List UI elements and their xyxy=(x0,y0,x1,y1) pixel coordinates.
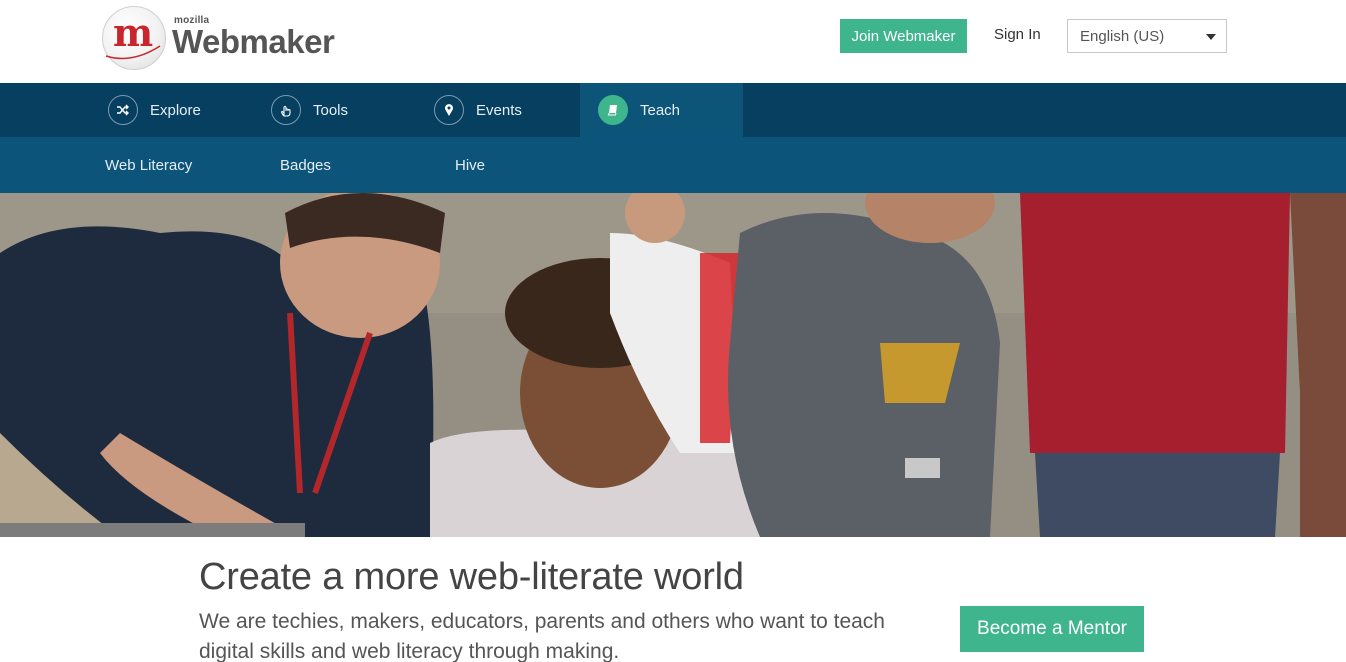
subnav-item-web-literacy[interactable]: Web Literacy xyxy=(105,157,192,174)
shuffle-icon xyxy=(108,95,138,125)
nav-label-events: Events xyxy=(476,101,522,119)
webmaker-logo[interactable]: m mozilla Webmaker xyxy=(102,6,335,72)
nav-item-teach[interactable]: Teach xyxy=(580,83,743,137)
pointer-hand-icon xyxy=(271,95,301,125)
nav-item-events[interactable]: Events xyxy=(434,83,522,137)
logo-webmaker-text: Webmaker xyxy=(172,23,335,60)
language-selected-value: English (US) xyxy=(1080,27,1165,45)
nav-item-tools[interactable]: Tools xyxy=(271,83,348,137)
page-headline: Create a more web-literate world xyxy=(199,556,744,598)
hero-photo xyxy=(0,193,1346,537)
join-webmaker-button[interactable]: Join Webmaker xyxy=(840,19,967,53)
primary-nav: Explore Tools Events Teach xyxy=(0,83,1346,137)
nav-label-teach: Teach xyxy=(640,101,681,119)
caret-down-icon xyxy=(1206,34,1216,40)
nav-label-explore: Explore xyxy=(150,101,201,119)
logo-swoosh-icon xyxy=(105,45,161,60)
sign-in-link[interactable]: Sign In xyxy=(994,26,1041,43)
nav-item-explore[interactable]: Explore xyxy=(108,83,201,137)
subnav-item-badges[interactable]: Badges xyxy=(280,157,331,174)
nav-label-tools: Tools xyxy=(313,101,349,119)
language-select[interactable]: English (US) xyxy=(1067,19,1227,53)
map-pin-icon xyxy=(434,95,464,125)
hero-illustration xyxy=(0,193,1346,537)
intro-blurb: We are techies, makers, educators, paren… xyxy=(199,610,885,662)
subnav-item-hive[interactable]: Hive xyxy=(455,157,485,174)
secondary-nav: Web Literacy Badges Hive xyxy=(0,137,1346,193)
site-header: m mozilla Webmaker Join Webmaker Sign In… xyxy=(0,0,1346,83)
become-mentor-button[interactable]: Become a Mentor xyxy=(960,606,1144,652)
book-icon xyxy=(598,95,628,125)
